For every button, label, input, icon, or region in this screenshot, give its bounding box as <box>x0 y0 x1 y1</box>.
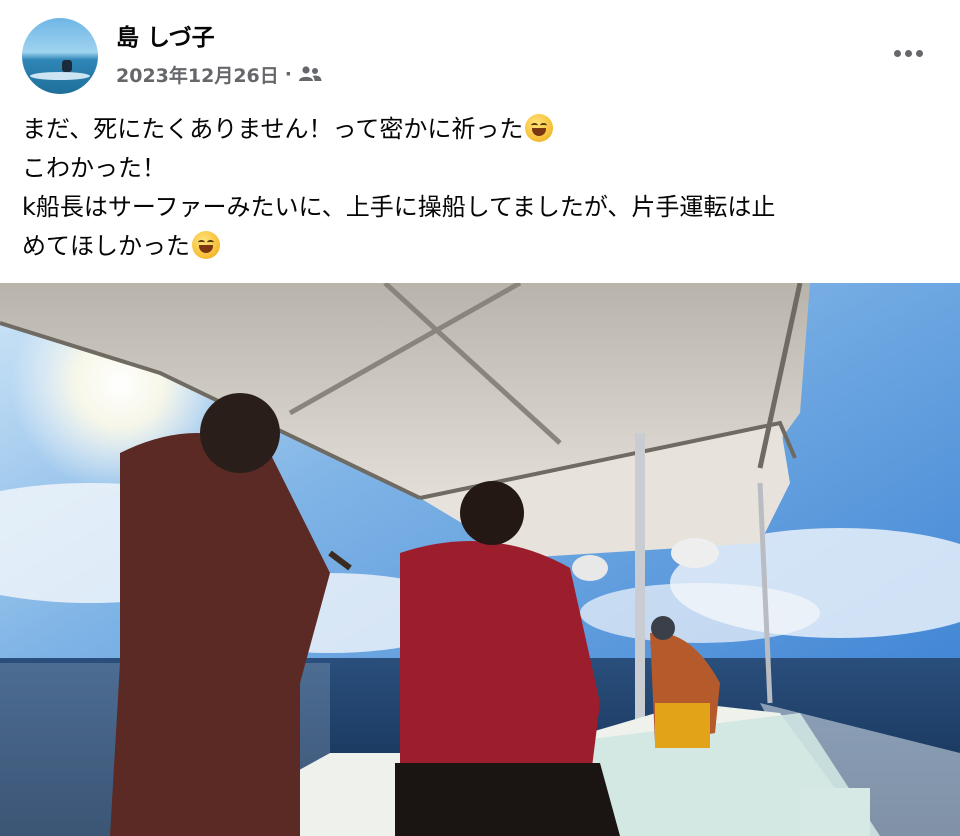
post-photo[interactable] <box>0 283 960 836</box>
meta-separator: · <box>284 63 292 85</box>
author-name[interactable]: 島 しづ子 <box>116 18 215 52</box>
post-text-line: こわかった！ <box>22 154 166 182</box>
post-text-line: k船長はサーファーみたいに、上手に操船してましたが、片手運転は止 <box>22 193 776 221</box>
post-text-line: めてほしかった <box>22 227 942 266</box>
post-text-line: まだ、死にたくありません！って密かに祈った <box>22 110 942 149</box>
post-text: まだ、死にたくありません！って密かに祈った こわかった！ k船長はサーファーみた… <box>22 110 942 266</box>
more-horizontal-icon <box>893 49 923 57</box>
avatar[interactable] <box>22 18 98 94</box>
grinning-squinting-face-emoji-icon <box>525 114 554 142</box>
friends-icon[interactable] <box>298 64 322 84</box>
post-card: 島 しづ子 2023年12月26日 · まだ、死にたくありません！って密かに祈っ… <box>0 0 960 836</box>
more-options-button[interactable] <box>888 36 928 70</box>
post-header: 島 しづ子 2023年12月26日 · <box>22 16 938 96</box>
boat-scene-image <box>0 283 960 836</box>
grinning-sweat-face-emoji-icon <box>192 231 220 259</box>
post-date[interactable]: 2023年12月26日 <box>116 61 279 88</box>
post-meta: 2023年12月26日 · <box>116 60 322 88</box>
